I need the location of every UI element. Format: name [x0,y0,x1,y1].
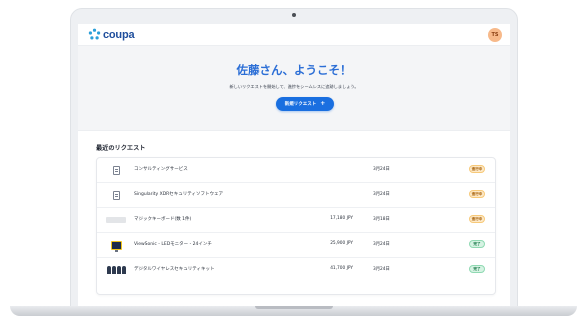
security-kit-image [106,263,126,277]
request-price: 17,180 JPY [330,216,353,221]
request-price: 25,900 JPY [330,241,353,246]
user-avatar[interactable]: TS [488,28,502,42]
new-request-label: 新規リクエスト [284,102,317,107]
list-item[interactable]: コンサルティングサービス 3月24日 進行中 [97,158,495,183]
plus-icon: + [320,100,326,107]
keyboard-image [106,213,126,227]
request-name: デジタルワイヤレスセキュリティキット [134,267,215,272]
welcome-subtitle: 新しいリクエストを開始して、進捗をシームレスに追跡しましょう。 [229,84,359,89]
laptop-notch [255,306,333,309]
recent-requests-list: コンサルティングサービス 3月24日 進行中 Singularity XDRセキ… [96,157,496,295]
app-screen: coupa TS 佐藤さん、ようこそ！ 新しいリクエストを開始して、進捗をシーム… [78,24,510,306]
list-item[interactable]: Singularity XDRセキュリティソフトウェア 3月24日 進行中 [97,183,495,208]
status-badge: 進行中 [469,190,485,198]
request-name: Singularity XDRセキュリティソフトウェア [134,192,224,197]
status-badge: 進行中 [469,215,485,223]
top-bar: coupa TS [78,24,510,46]
list-item[interactable]: デジタルワイヤレスセキュリティキット 41,700 JPY 3月24日 完了 [97,258,495,283]
status-badge: 完了 [469,265,485,273]
request-date: 3月24日 [373,242,390,247]
new-request-button[interactable]: 新規リクエスト + [276,97,334,111]
coupa-logo[interactable]: coupa [88,28,135,41]
list-item[interactable]: マジックキーボード(数 1件) 17,180 JPY 3月18日 進行中 [97,208,495,233]
request-name: ViewSonic - LEDモニター - 24インチ [134,242,212,247]
status-badge: 進行中 [469,165,485,173]
request-price: 41,700 JPY [330,266,353,271]
request-date: 3月24日 [373,167,390,172]
recent-requests-title: 最近のリクエスト [96,145,146,152]
request-date: 3月24日 [373,192,390,197]
laptop-mockup: coupa TS 佐藤さん、ようこそ！ 新しいリクエストを開始して、進捗をシーム… [0,0,587,322]
recent-requests-section: 最近のリクエスト コンサルティングサービス 3月24日 進行中 Singular… [78,130,510,306]
document-icon [106,163,126,177]
request-name: コンサルティングサービス [134,167,188,172]
list-item[interactable]: ViewSonic - LEDモニター - 24インチ 25,900 JPY 3… [97,233,495,258]
document-icon [106,188,126,202]
status-badge: 完了 [469,240,485,248]
request-date: 3月18日 [373,217,390,222]
monitor-image [106,238,126,252]
logo-text: coupa [103,28,135,41]
webcam [292,13,296,17]
welcome-title: 佐藤さん、ようこそ！ [236,63,352,77]
coupa-logo-icon [88,28,101,40]
request-date: 3月24日 [373,267,390,272]
request-name: マジックキーボード(数 1件) [134,217,192,222]
